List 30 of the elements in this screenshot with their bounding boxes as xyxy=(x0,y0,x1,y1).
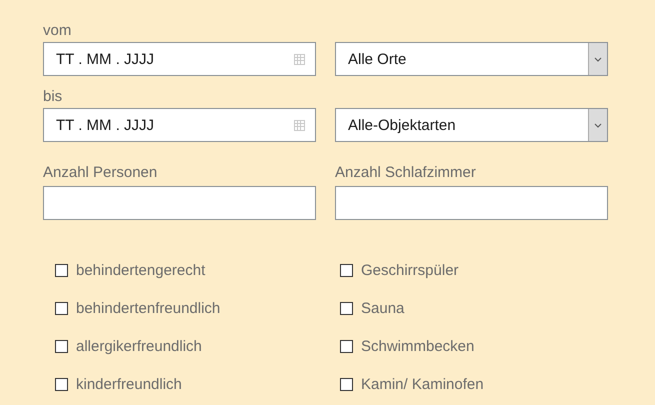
dropdown[interactable]: Alle-Objektarten xyxy=(335,108,608,142)
checkbox-label[interactable]: behindertengerecht xyxy=(76,262,206,278)
checkbox[interactable] xyxy=(340,264,353,276)
chevron-down-icon xyxy=(594,56,602,62)
field-label: vom xyxy=(43,22,72,38)
date-field[interactable]: TT . MM . JJJJ xyxy=(43,108,316,142)
checkbox[interactable] xyxy=(55,378,68,390)
input-field[interactable] xyxy=(43,186,316,220)
checkbox[interactable] xyxy=(55,340,68,352)
checkbox[interactable] xyxy=(55,302,68,314)
checkbox-label[interactable]: Schwimmbecken xyxy=(361,338,474,354)
date-field[interactable]: TT . MM . JJJJ xyxy=(43,42,316,76)
field-label: Anzahl Schlafzimmer xyxy=(335,164,476,180)
checkbox-label[interactable]: kinderfreundlich xyxy=(76,376,182,392)
input-field[interactable] xyxy=(335,186,608,220)
dropdown[interactable]: Alle Orte xyxy=(335,42,608,76)
checkbox-label[interactable]: behindertenfreundlich xyxy=(76,300,220,316)
calendar-icon xyxy=(294,120,305,130)
checkbox-label[interactable]: Kamin/ Kaminofen xyxy=(361,376,484,392)
checkbox-label[interactable]: allergikerfreundlich xyxy=(76,338,202,354)
checkbox-label[interactable]: Geschirrspüler xyxy=(361,262,459,278)
calendar-icon xyxy=(294,54,305,64)
checkbox[interactable] xyxy=(340,302,353,314)
field-label: Anzahl Personen xyxy=(43,164,158,180)
chevron-down-icon xyxy=(594,122,602,128)
checkbox-label[interactable]: Sauna xyxy=(361,300,404,316)
checkbox[interactable] xyxy=(340,378,353,390)
field-label: bis xyxy=(43,88,62,104)
checkbox[interactable] xyxy=(55,264,68,276)
checkbox[interactable] xyxy=(340,340,353,352)
